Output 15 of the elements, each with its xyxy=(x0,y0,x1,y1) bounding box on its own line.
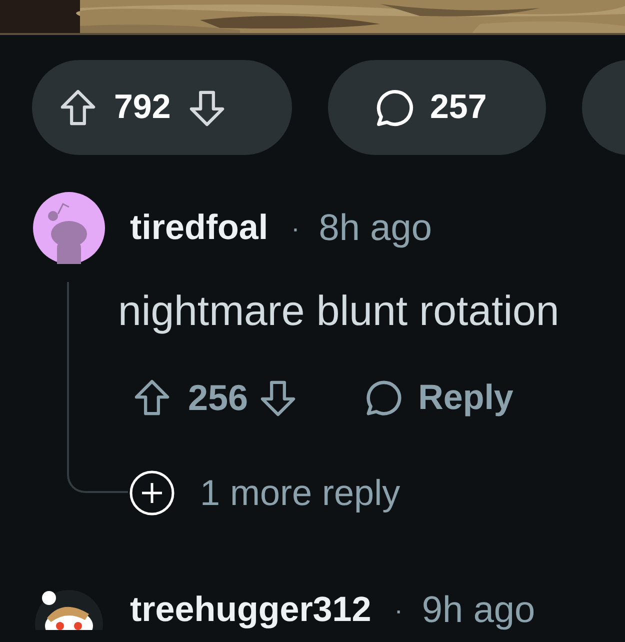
username[interactable]: treehugger312 xyxy=(130,590,372,630)
score: 792 xyxy=(114,87,171,128)
timestamp: 8h ago xyxy=(318,206,432,250)
score: 256 xyxy=(188,376,248,420)
comments-button[interactable]: 257 xyxy=(328,60,546,155)
separator: · xyxy=(394,594,403,627)
more-replies-button[interactable]: 1 more reply xyxy=(128,466,400,520)
timestamp: 9h ago xyxy=(422,590,536,630)
avatar[interactable] xyxy=(33,192,105,264)
username[interactable]: tiredfoal xyxy=(130,202,268,254)
comment-text: nightmare blunt rotation xyxy=(118,286,560,336)
separator: · xyxy=(291,212,300,244)
plus-icon xyxy=(128,469,176,517)
reply-button[interactable]: Reply xyxy=(362,372,514,424)
avatar[interactable] xyxy=(33,588,105,630)
